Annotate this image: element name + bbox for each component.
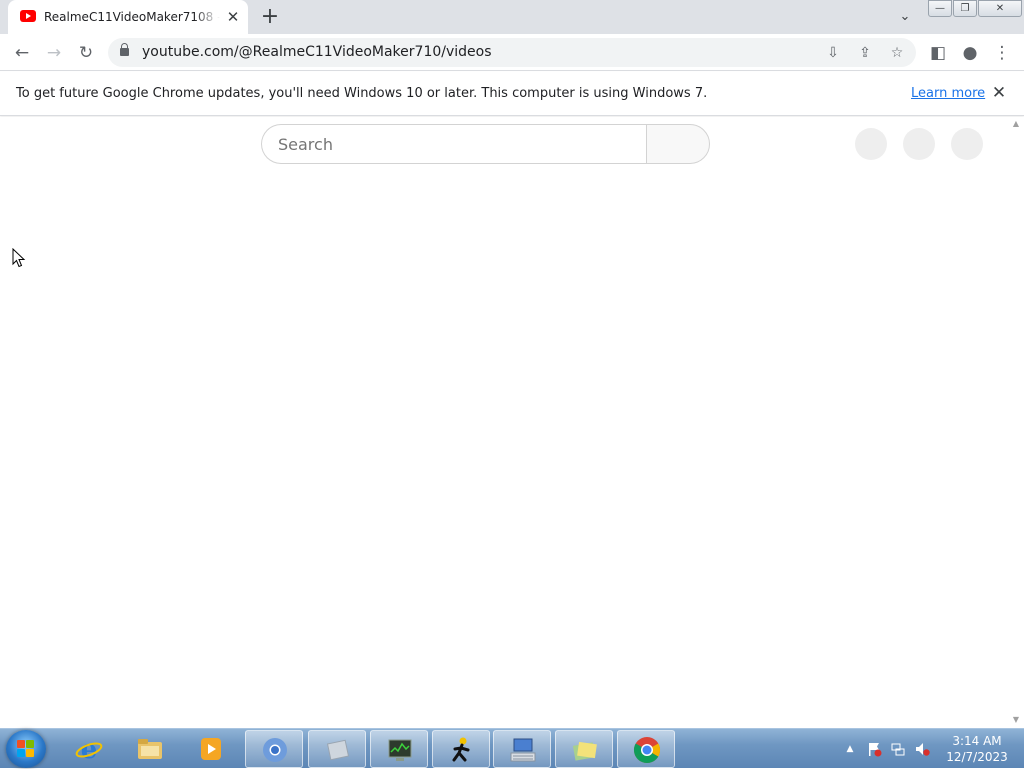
reload-button[interactable]: ↻ [73, 40, 99, 66]
placeholder-circle-icon [903, 128, 935, 160]
internet-explorer-icon: e [75, 735, 103, 763]
clock-time: 3:14 AM [952, 734, 1002, 748]
side-panel-icon[interactable]: ◧ [925, 40, 951, 66]
scroll-up-icon[interactable]: ▲ [1012, 119, 1020, 128]
browser-titlebar: RealmeC11VideoMaker7108 - YouTube ✕ + ⌄ … [0, 0, 1024, 34]
taskbar-chromium[interactable] [245, 730, 303, 768]
taskbar-aim-runner[interactable] [432, 730, 490, 768]
infobar-close-icon[interactable]: ✕ [989, 83, 1009, 103]
mouse-cursor-icon [12, 248, 26, 268]
search-input[interactable]: Search [278, 135, 333, 155]
green-folder-icon [572, 741, 597, 761]
tab-title: RealmeC11VideoMaker7108 - YouTube [44, 10, 220, 24]
chromium-icon [263, 738, 287, 762]
address-bar[interactable]: youtube.com/@RealmeC11VideoMaker710/vide… [108, 38, 916, 67]
forward-button[interactable]: → [41, 40, 67, 66]
tab-search-button[interactable]: ⌄ [894, 6, 916, 28]
close-window-button[interactable]: ✕ [978, 0, 1022, 17]
system-tray: ▲ 3:14 AM 12/7/2023 [842, 729, 1022, 769]
app-window-icon [326, 739, 350, 761]
update-infobar: To get future Google Chrome updates, you… [0, 72, 1024, 116]
url-text[interactable]: youtube.com/@RealmeC11VideoMaker710/vide… [142, 44, 492, 61]
clock-date: 12/7/2023 [946, 750, 1008, 764]
window-controls: — ❐ ✕ [928, 0, 1023, 18]
start-button[interactable] [6, 730, 46, 768]
monitor-chart-icon [388, 739, 412, 761]
taskbar-clock[interactable]: 3:14 AM 12/7/2023 [942, 733, 1012, 765]
page-content: Search [0, 117, 1008, 728]
taskbar-media-player[interactable] [182, 730, 240, 768]
tab-close-icon[interactable]: ✕ [224, 8, 242, 26]
infobar-message: To get future Google Chrome updates, you… [16, 86, 708, 101]
svg-text:e: e [81, 735, 98, 763]
taskbar-system-monitor[interactable] [370, 730, 428, 768]
learn-more-link[interactable]: Learn more [911, 86, 985, 102]
volume-muted-icon[interactable] [914, 741, 930, 757]
search-button[interactable] [646, 124, 710, 164]
windows-taskbar: e ▲ 3:14 AM 12/7/2023 [0, 728, 1024, 768]
network-icon[interactable] [890, 741, 906, 757]
taskbar-keyboard-app[interactable] [493, 730, 551, 768]
keyboard-computer-icon [510, 738, 536, 762]
back-button[interactable]: ← [9, 40, 35, 66]
minimize-button[interactable]: — [928, 0, 952, 17]
placeholder-circle-icon [855, 128, 887, 160]
taskbar-windows-explorer[interactable] [121, 730, 179, 768]
chrome-menu-icon[interactable]: ⋮ [989, 40, 1015, 66]
placeholder-circle-icon [951, 128, 983, 160]
action-center-flag-icon[interactable] [866, 741, 882, 757]
scroll-down-icon[interactable]: ▼ [1012, 715, 1020, 724]
google-chrome-icon [633, 737, 661, 764]
lock-icon[interactable] [120, 43, 129, 56]
youtube-favicon-icon [20, 10, 36, 22]
taskbar-folder-app[interactable] [555, 730, 613, 768]
browser-toolbar: ← → ↻ youtube.com/@RealmeC11VideoMaker71… [0, 34, 1024, 71]
running-man-icon [452, 737, 470, 762]
install-app-icon[interactable]: ⇩ [820, 40, 846, 66]
youtube-search-box[interactable]: Search [261, 124, 647, 164]
profile-icon[interactable]: ● [957, 40, 983, 66]
media-player-icon [201, 738, 221, 760]
browser-tab[interactable]: RealmeC11VideoMaker7108 - YouTube ✕ [8, 0, 248, 34]
show-hidden-icons-icon[interactable]: ▲ [842, 741, 858, 757]
taskbar-internet-explorer[interactable]: e [60, 730, 118, 768]
taskbar-generic-app[interactable] [308, 730, 366, 768]
windows-logo-icon [17, 740, 35, 758]
page-scrollbar[interactable]: ▲ ▼ [1008, 117, 1024, 728]
share-icon[interactable]: ⇪ [852, 40, 878, 66]
bookmark-star-icon[interactable]: ☆ [884, 40, 910, 66]
new-tab-button[interactable]: + [258, 5, 282, 29]
maximize-button[interactable]: ❐ [953, 0, 977, 17]
folder-icon [138, 739, 162, 759]
taskbar-google-chrome[interactable] [617, 730, 675, 768]
